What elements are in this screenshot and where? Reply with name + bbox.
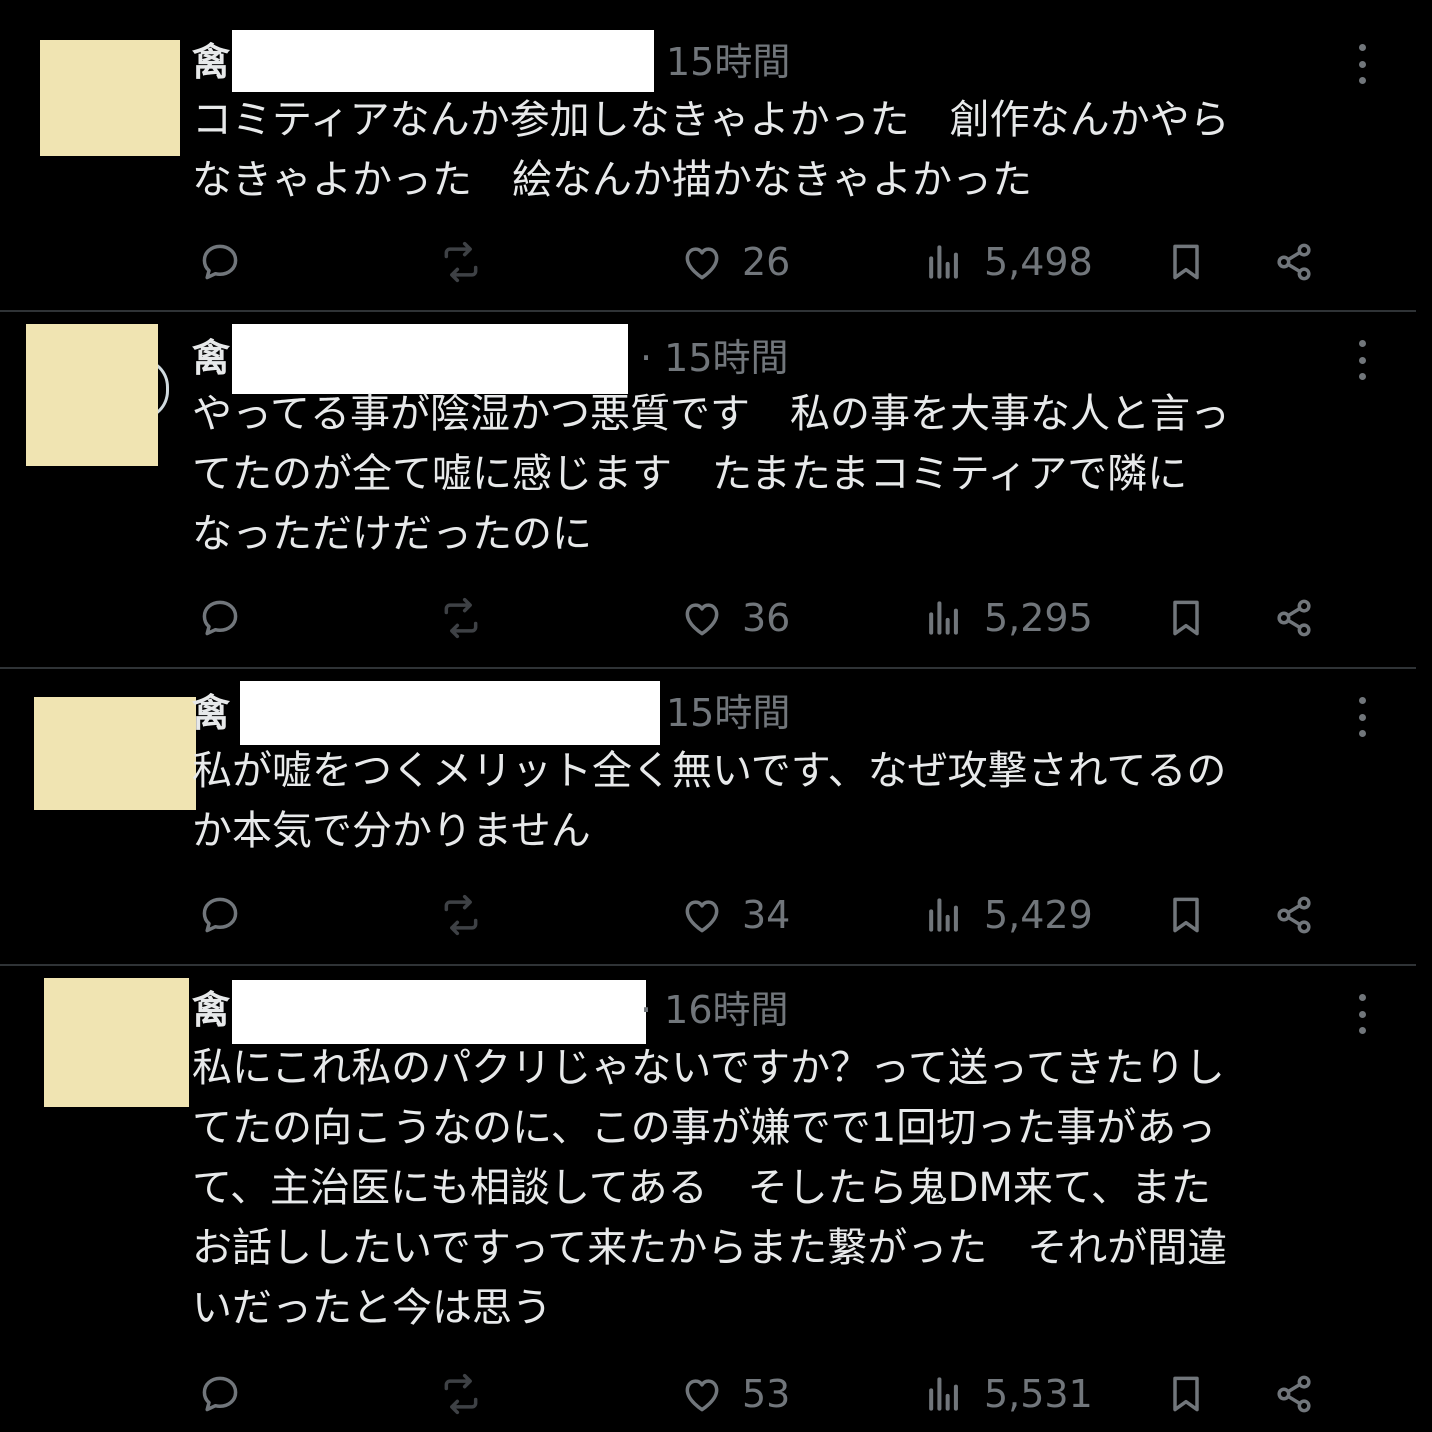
repost-icon xyxy=(444,1373,478,1415)
post-text-line: お話ししたいですって来たからまた繋がった それが間違 xyxy=(192,1225,1228,1271)
post-text-line: やってる事が陰湿かつ悪質です 私の事を大事な人と言っ xyxy=(192,391,1230,437)
redaction-box xyxy=(232,980,646,1044)
post-2[interactable]: 禽 · 15時間 やってる事が陰湿かつ悪質です 私の事を大事な人と言っ てたのが… xyxy=(0,312,1432,667)
display-name[interactable]: 禽 xyxy=(192,336,230,380)
share-icon xyxy=(1277,599,1311,637)
redaction-box xyxy=(232,30,654,92)
post-text-line: て、主治医にも相談してある そしたら鬼DM来て、また xyxy=(192,1165,1211,1211)
post-time[interactable]: 15時間 xyxy=(666,691,790,735)
post-3[interactable]: 禽 15時間 私が嘘をつくメリット全く無いです、なぜ攻撃されてるの か本気で分か… xyxy=(0,669,1432,964)
like-button[interactable]: 53 xyxy=(680,1372,790,1416)
reply-icon xyxy=(202,897,238,933)
share-button[interactable] xyxy=(1272,893,1316,937)
repost-icon xyxy=(444,597,478,639)
like-count: 26 xyxy=(742,240,791,284)
reply-icon xyxy=(202,600,238,636)
views-icon xyxy=(929,245,958,279)
post-text-line: てたの向こうなのに、この事が嫌でで1回切った事があっ xyxy=(192,1105,1217,1151)
view-count: 5,498 xyxy=(984,240,1093,284)
view-count: 5,429 xyxy=(984,893,1093,937)
share-button[interactable] xyxy=(1272,1372,1316,1416)
display-name[interactable]: 禽 xyxy=(192,691,230,735)
views-button[interactable]: 5,498 xyxy=(922,240,1093,284)
like-count: 34 xyxy=(742,893,791,937)
post-4[interactable]: 禽 · 16時間 私にこれ私のパクリじゃないですか？って送ってきたりし てたの向… xyxy=(0,966,1432,1432)
avatar[interactable] xyxy=(34,697,196,810)
post-text-line: 私が嘘をつくメリット全く無いです、なぜ攻撃されてるの xyxy=(192,748,1227,794)
repost-icon xyxy=(444,894,478,936)
display-name[interactable]: 禽 xyxy=(192,988,230,1032)
post-time[interactable]: · 15時間 xyxy=(640,336,789,380)
repost-button[interactable] xyxy=(438,240,484,284)
views-button[interactable]: 5,531 xyxy=(922,1372,1093,1416)
reply-button[interactable] xyxy=(198,893,242,937)
bookmark-button[interactable] xyxy=(1164,596,1208,640)
post-time[interactable]: · 16時間 xyxy=(640,988,789,1032)
post-text-line: なきゃよかった 絵なんか描かなきゃよかった xyxy=(192,157,1032,203)
like-button[interactable]: 36 xyxy=(680,596,790,640)
views-icon xyxy=(929,1377,958,1411)
heart-icon xyxy=(685,900,719,933)
share-button[interactable] xyxy=(1272,596,1316,640)
reply-icon xyxy=(202,244,238,280)
views-icon xyxy=(929,601,958,635)
post-text: 私にこれ私のパクリじゃないですか？って送ってきたりし てたの向こうなのに、この事… xyxy=(192,1038,1352,1338)
like-count: 53 xyxy=(742,1372,791,1416)
bookmark-icon xyxy=(1173,1376,1199,1412)
post-text: コミティアなんか参加しなきゃよかった 創作なんかやら なきゃよかった 絵なんか描… xyxy=(192,90,1352,210)
bookmark-icon xyxy=(1173,244,1199,280)
post-text-line: なっただけだったのに xyxy=(192,511,592,557)
share-icon xyxy=(1277,1375,1311,1413)
redaction-box xyxy=(240,681,660,745)
share-icon xyxy=(1277,896,1311,934)
repost-icon xyxy=(444,241,478,283)
post-1[interactable]: 禽 15時間 コミティアなんか参加しなきゃよかった 創作なんかやら なきゃよかっ… xyxy=(0,0,1432,310)
reply-button[interactable] xyxy=(198,1372,242,1416)
avatar[interactable] xyxy=(26,324,158,466)
reply-button[interactable] xyxy=(198,596,242,640)
views-button[interactable]: 5,429 xyxy=(922,893,1093,937)
post-text-line: コミティアなんか参加しなきゃよかった 創作なんかやら xyxy=(192,97,1230,143)
bookmark-icon xyxy=(1173,897,1199,933)
post-text-line: か本気で分かりません xyxy=(192,808,591,854)
more-icon[interactable] xyxy=(1350,44,1374,84)
repost-button[interactable] xyxy=(438,893,484,937)
heart-icon xyxy=(685,247,719,280)
bookmark-icon xyxy=(1173,600,1199,636)
share-button[interactable] xyxy=(1272,240,1316,284)
more-icon[interactable] xyxy=(1350,994,1374,1034)
avatar[interactable] xyxy=(44,978,189,1107)
like-button[interactable]: 34 xyxy=(680,893,790,937)
display-name[interactable]: 禽 xyxy=(192,40,230,84)
heart-icon xyxy=(685,1379,719,1412)
repost-button[interactable] xyxy=(438,596,484,640)
reply-icon xyxy=(202,1376,238,1412)
post-text-line: てたのが全て嘘に感じます たまたまコミティアで隣に xyxy=(192,451,1188,497)
views-button[interactable]: 5,295 xyxy=(922,596,1093,640)
bookmark-button[interactable] xyxy=(1164,1372,1208,1416)
heart-icon xyxy=(685,603,719,636)
post-text-line: 私にこれ私のパクリじゃないですか？って送ってきたりし xyxy=(192,1045,1225,1091)
post-time[interactable]: 15時間 xyxy=(666,40,790,84)
avatar[interactable] xyxy=(40,40,180,156)
view-count: 5,531 xyxy=(984,1372,1093,1416)
more-icon[interactable] xyxy=(1350,697,1374,737)
post-text-line: いだったと今は思う xyxy=(192,1285,552,1331)
more-icon[interactable] xyxy=(1350,340,1374,380)
reply-button[interactable] xyxy=(198,240,242,284)
post-text: やってる事が陰湿かつ悪質です 私の事を大事な人と言っ てたのが全て嘘に感じます … xyxy=(192,384,1352,564)
repost-button[interactable] xyxy=(438,1372,484,1416)
like-button[interactable]: 26 xyxy=(680,240,790,284)
like-count: 36 xyxy=(742,596,791,640)
post-text: 私が嘘をつくメリット全く無いです、なぜ攻撃されてるの か本気で分かりません xyxy=(192,741,1352,861)
bookmark-button[interactable] xyxy=(1164,240,1208,284)
bookmark-button[interactable] xyxy=(1164,893,1208,937)
share-icon xyxy=(1277,243,1311,281)
views-icon xyxy=(929,898,958,932)
view-count: 5,295 xyxy=(984,596,1093,640)
